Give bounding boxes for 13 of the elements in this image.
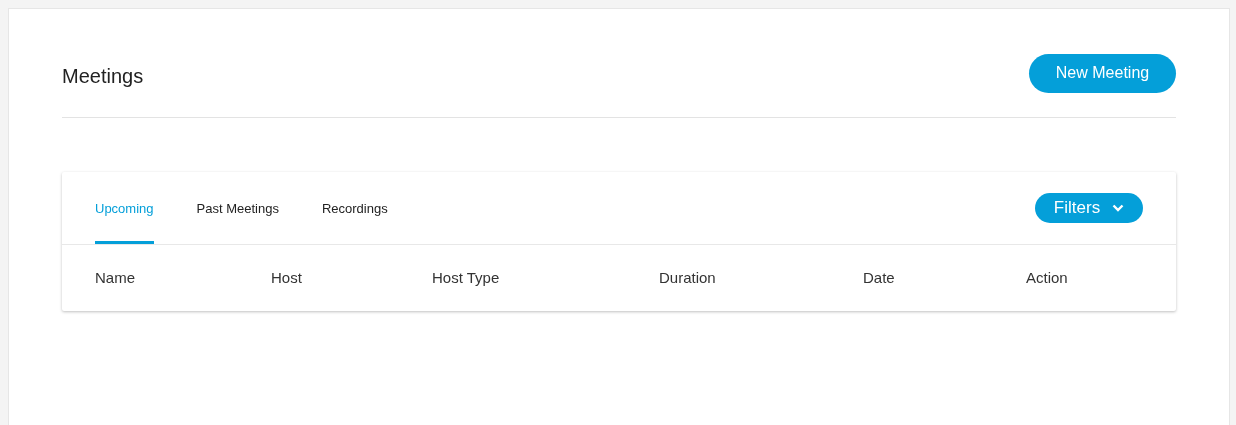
filters-button[interactable]: Filters — [1035, 193, 1143, 223]
column-header: Duration — [659, 268, 716, 286]
column-header: Action — [1026, 268, 1068, 286]
column-header: Name — [95, 268, 135, 286]
chevron-down-icon — [1112, 204, 1125, 212]
column-header: Host Type — [432, 268, 500, 286]
page-title: Meetings — [62, 63, 144, 88]
column-header: Date — [863, 268, 895, 286]
tab[interactable]: Recordings — [321, 172, 388, 244]
tab[interactable]: Past Meetings — [196, 172, 279, 244]
tab[interactable]: Upcoming — [95, 172, 154, 244]
column-header: Host — [271, 268, 302, 286]
new-meeting-button[interactable]: New Meeting — [1029, 53, 1176, 93]
